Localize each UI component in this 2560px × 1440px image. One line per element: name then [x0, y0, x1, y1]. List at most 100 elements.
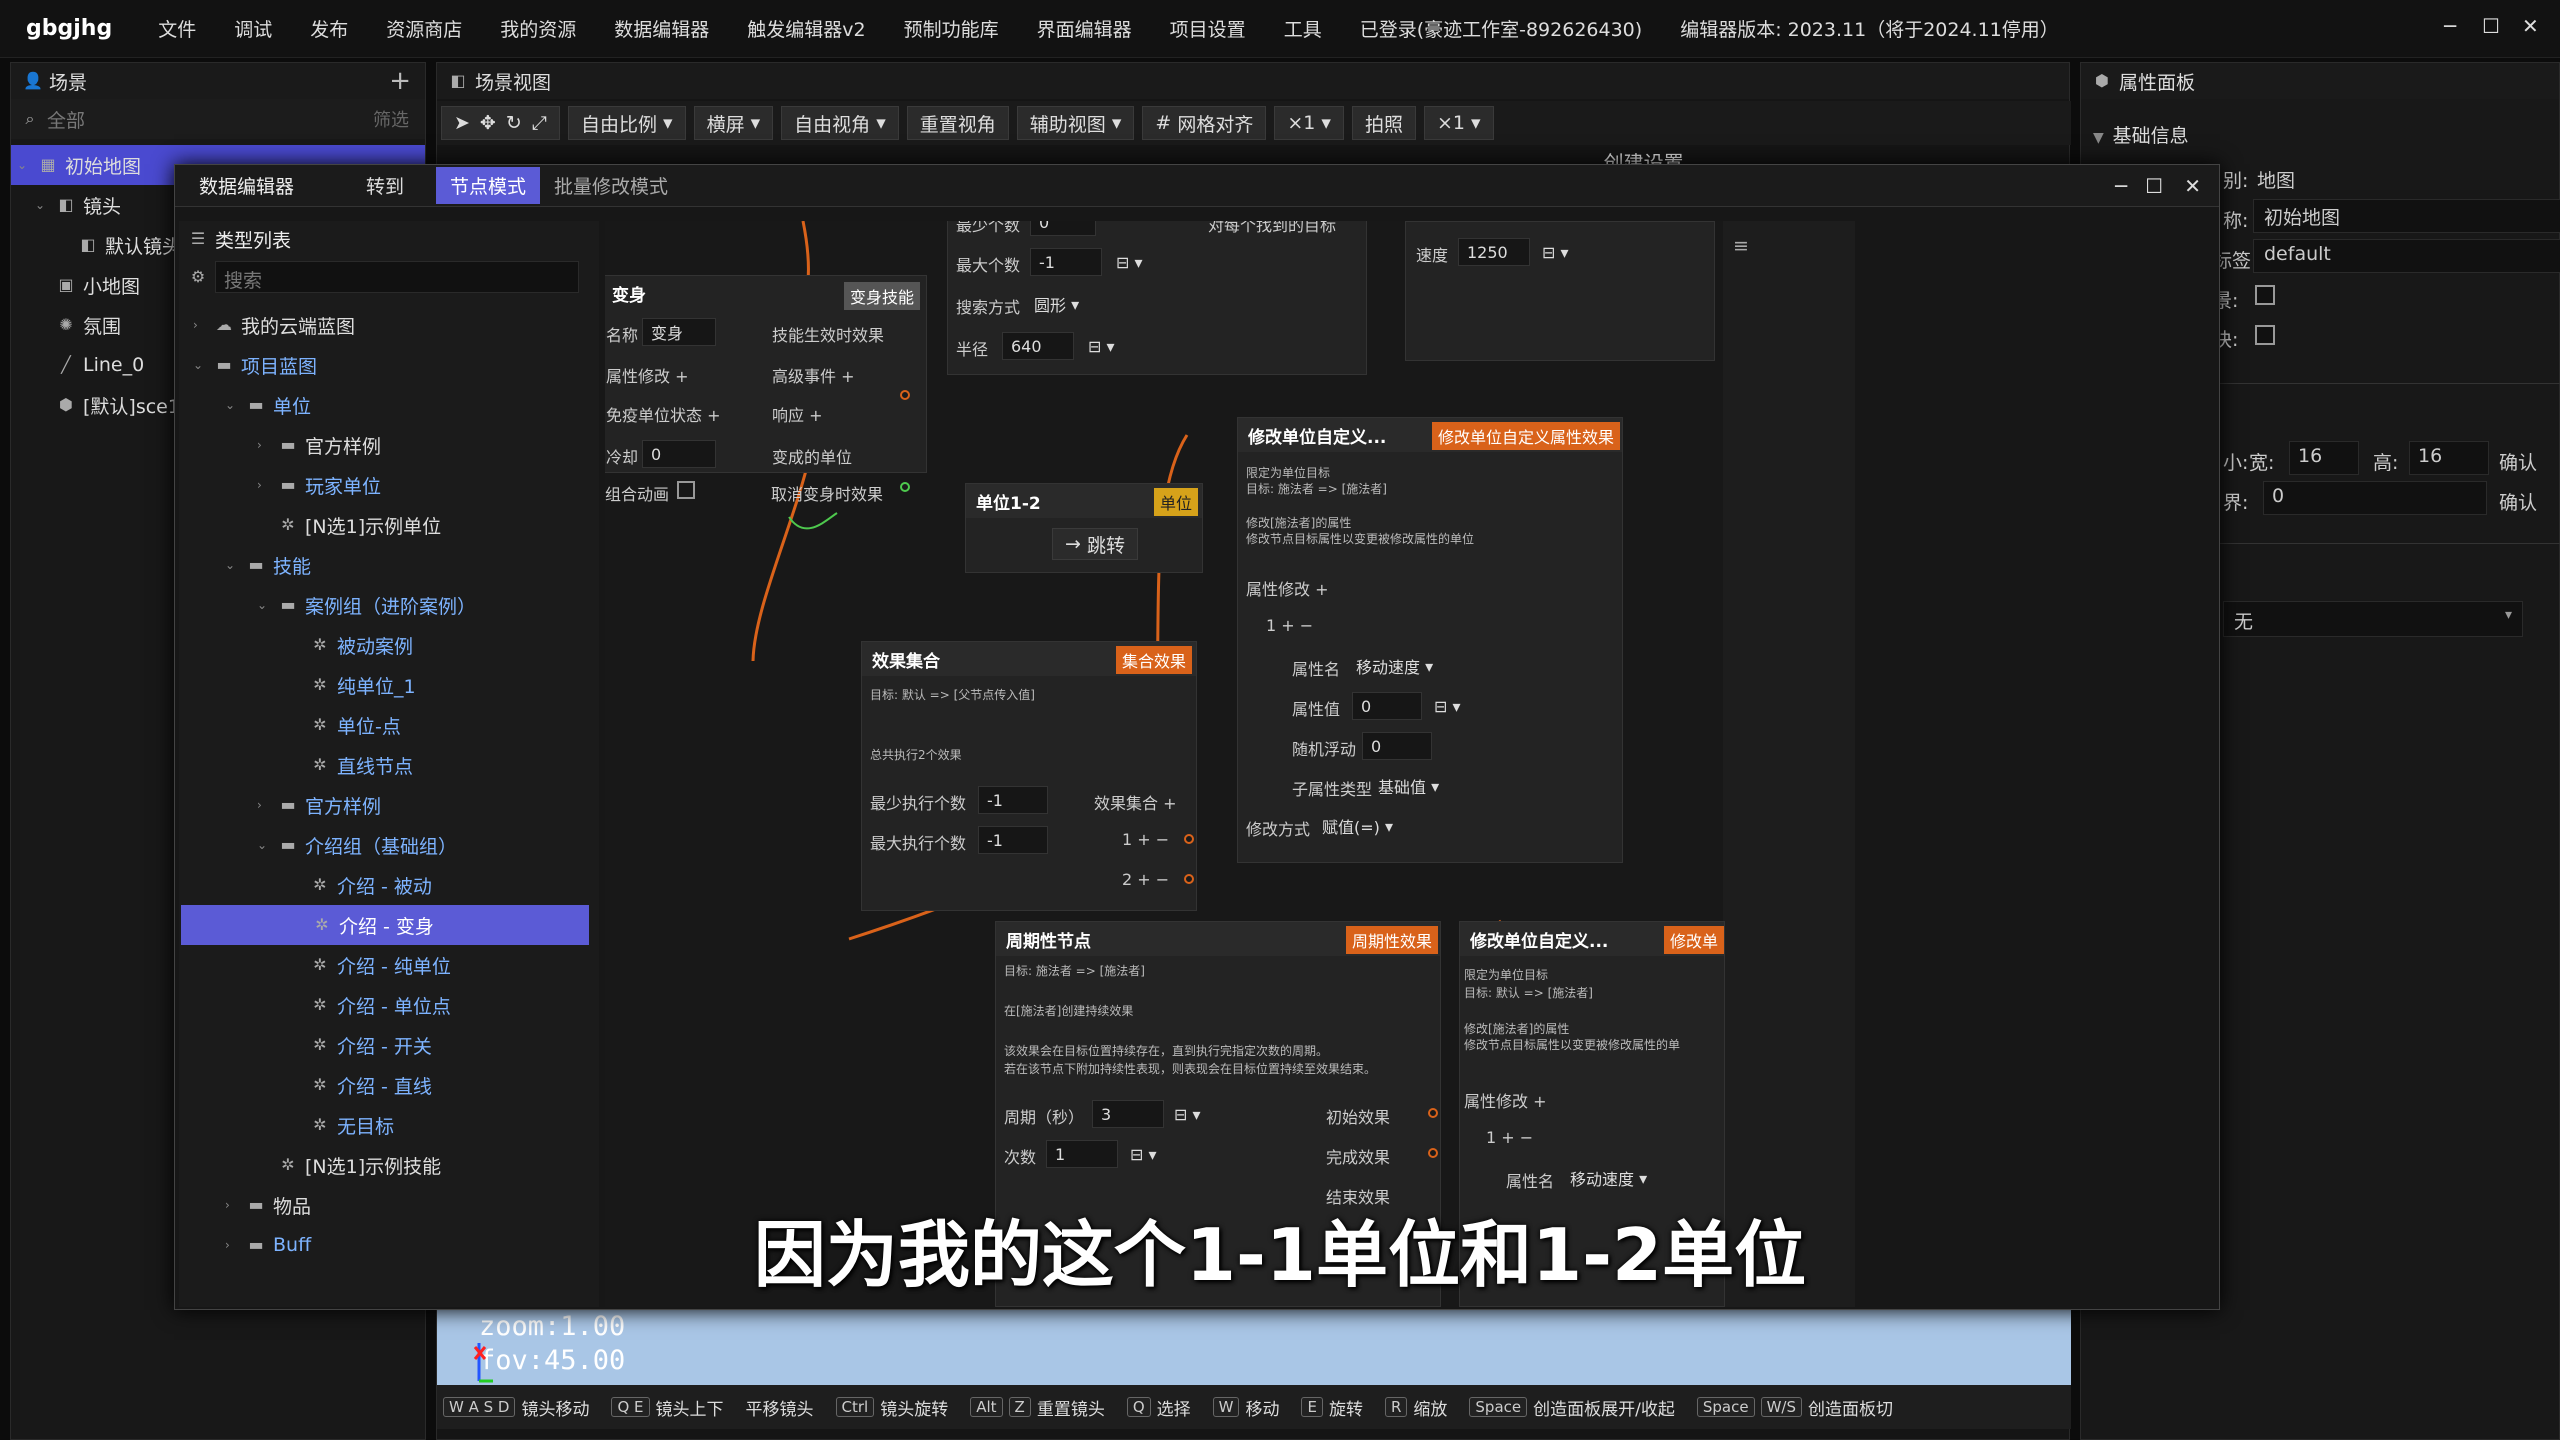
type-tree-item[interactable]: › ▬ 官方样例 [179, 425, 599, 465]
move-icon[interactable]: ✥ [480, 112, 496, 134]
goto-button[interactable]: 转到 [366, 172, 404, 199]
chevron-right-icon[interactable]: › [257, 438, 273, 452]
close-icon[interactable]: ✕ [2522, 14, 2539, 38]
type-tree-item[interactable]: ✲ 单位-点 [179, 705, 599, 745]
tag-field[interactable]: default [2253, 239, 2560, 273]
tab-batch-mode[interactable]: 批量修改模式 [540, 167, 682, 204]
unit-node[interactable]: 单位1-2 单位 → 跳转 [965, 483, 1203, 573]
speed-node[interactable]: 速度 1250 ⊟ ▾ [1405, 221, 1715, 361]
check2-checkbox[interactable] [2255, 325, 2275, 345]
menu-item-5[interactable]: 数据编辑器 [614, 15, 709, 42]
type-tree-item[interactable]: ⌄ ▬ 单位 [179, 385, 599, 425]
name-field[interactable]: 初始地图 [2253, 199, 2560, 233]
chevron-right-icon[interactable]: › [257, 478, 273, 492]
menu-item-10[interactable]: 工具 [1284, 15, 1322, 42]
reset-view-button[interactable]: 重置视角 [906, 106, 1009, 140]
scale-icon[interactable]: ⤢ [532, 112, 547, 134]
snapshot-button[interactable]: 拍照 [1351, 106, 1416, 140]
chevron-right-icon[interactable]: › [193, 318, 209, 332]
basic-info-section[interactable]: ▼ 基础信息 [2093, 121, 2189, 148]
menu-item-3[interactable]: 资源商店 [386, 15, 462, 42]
type-tree-item[interactable]: ✲ 介绍 - 被动 [179, 865, 599, 905]
type-tree-item[interactable]: ⌄ ▬ 技能 [179, 545, 599, 585]
align-left-icon[interactable]: ≡ [1733, 235, 1749, 257]
chevron-down-icon[interactable]: ⌄ [257, 838, 273, 852]
menu-item-4[interactable]: 我的资源 [500, 15, 576, 42]
select-dropdown[interactable]: 无 ▾ [2223, 601, 2523, 637]
filter-button[interactable]: 筛选 [373, 106, 409, 132]
menu-item-1[interactable]: 调试 [234, 15, 272, 42]
output-pin[interactable] [900, 390, 910, 400]
effect-set-node[interactable]: 效果集合 集合效果 目标: 默认 => [父节点传入值] 总共执行2个效果 最少… [861, 641, 1197, 911]
type-tree-item[interactable]: ⌄ ▬ 项目蓝图 [179, 345, 599, 385]
anim-checkbox[interactable] [677, 481, 695, 499]
attr-name-dropdown-2[interactable]: 移动速度 ▾ [1570, 1164, 1647, 1192]
max-count-dropdown[interactable]: ⊟ ▾ [1116, 248, 1143, 276]
jump-button[interactable]: → 跳转 [1052, 528, 1138, 560]
minimize-icon[interactable]: ─ [2444, 14, 2456, 38]
menu-item-0[interactable]: 文件 [158, 15, 196, 42]
transform-tools[interactable]: ➤ ✥ ↻ ⤢ [441, 106, 560, 140]
type-tree-item[interactable]: ✲ [N选1]示例单位 [179, 505, 599, 545]
maximize-icon[interactable]: ☐ [2482, 14, 2500, 38]
type-tree-item[interactable]: › ▬ 玩家单位 [179, 465, 599, 505]
pointer-icon[interactable]: ➤ [454, 112, 470, 134]
border-field[interactable]: 0 [2263, 481, 2487, 515]
chevron-down-icon[interactable]: ⌄ [193, 358, 209, 372]
type-tree-item[interactable]: ✲ [N选1]示例技能 [179, 1145, 599, 1185]
check1-checkbox[interactable] [2255, 285, 2275, 305]
transform-node[interactable]: 变身 变身技能 名称 变身 属性修改 + 免疫单位状态 + 冷却 0 技能生效时… [605, 275, 927, 492]
menu-item-9[interactable]: 项目设置 [1170, 15, 1246, 42]
menu-item-6[interactable]: 触发编辑器v2 [747, 15, 865, 42]
speed-dropdown[interactable]: ⊟ ▾ [1542, 238, 1569, 266]
maximize-icon[interactable]: ☐ [2145, 174, 2163, 198]
chevron-right-icon[interactable]: › [257, 798, 273, 812]
chevron-down-icon[interactable]: ⌄ [257, 598, 273, 612]
grid-scale-dropdown[interactable]: ×1 ▾ [1274, 106, 1344, 140]
type-tree-item[interactable]: › ☁ 我的云端蓝图 [179, 305, 599, 345]
search-mode-dropdown[interactable]: 圆形 ▾ [1034, 290, 1079, 318]
type-tree-item[interactable]: › ▬ 官方样例 [179, 785, 599, 825]
landscape-dropdown[interactable]: 横屏 ▾ [693, 106, 774, 140]
node-canvas[interactable]: 变身 变身技能 名称 变身 属性修改 + 免疫单位状态 + 冷却 0 技能生效时… [605, 221, 1855, 1307]
chevron-down-icon[interactable]: ⌄ [225, 558, 241, 572]
attr-name-dropdown[interactable]: 移动速度 ▾ [1356, 652, 1433, 680]
cooldown-input[interactable]: 0 [642, 440, 716, 468]
add-icon[interactable]: + [389, 66, 411, 96]
aux-view-dropdown[interactable]: 辅助视图 ▾ [1016, 106, 1135, 140]
type-tree-item[interactable]: ✲ 纯单位_1 [179, 665, 599, 705]
type-tree-item[interactable]: ⌄ ▬ 案例组（进阶案例） [179, 585, 599, 625]
type-tree-item[interactable]: ⌄ ▬ 介绍组（基础组） [179, 825, 599, 865]
free-view-dropdown[interactable]: 自由视角 ▾ [781, 106, 899, 140]
confirm-size-button[interactable]: 确认 [2499, 448, 2537, 475]
menu-item-8[interactable]: 界面编辑器 [1037, 15, 1132, 42]
rotate-icon[interactable]: ↻ [506, 112, 522, 134]
minimize-icon[interactable]: ─ [2115, 174, 2127, 198]
modify-unit-node[interactable]: 修改单位自定义... 修改单位自定义属性效果 限定为单位目标 目标: 施法者 =… [1237, 417, 1623, 863]
scene-search[interactable]: ⌕ 全部 筛选 [11, 99, 425, 139]
mod-way-dropdown[interactable]: 赋值(=) ▾ [1322, 812, 1393, 840]
search-node[interactable]: 最少个数 0 对每个找到的目标 最大个数 -1 ⊟ ▾ 搜索方式 圆形 ▾ 半径… [947, 221, 1367, 375]
gear-icon[interactable]: ⚙ [189, 268, 207, 286]
name-input[interactable]: 变身 [642, 318, 716, 346]
close-icon[interactable]: ✕ [2184, 174, 2201, 198]
type-tree-item[interactable]: ✲ 介绍 - 开关 [179, 1025, 599, 1065]
menu-item-2[interactable]: 发布 [310, 15, 348, 42]
type-tree-item[interactable]: ✲ 介绍 - 变身 [181, 905, 589, 945]
sub-type-dropdown[interactable]: 基础值 ▾ [1378, 772, 1439, 800]
chevron-down-icon[interactable]: ⌄ [225, 398, 241, 412]
type-search[interactable]: ⚙ 搜索 [179, 257, 599, 297]
snapshot-scale-dropdown[interactable]: ×1 ▾ [1423, 106, 1494, 140]
confirm-border-button[interactable]: 确认 [2499, 488, 2537, 515]
type-tree-item[interactable]: ✲ 介绍 - 单位点 [179, 985, 599, 1025]
type-tree-item[interactable]: ✲ 无目标 [179, 1105, 599, 1145]
menu-item-7[interactable]: 预制功能库 [904, 15, 999, 42]
output-pin[interactable] [900, 482, 910, 492]
type-tree-item[interactable]: ✲ 介绍 - 纯单位 [179, 945, 599, 985]
grid-align-button[interactable]: # 网格对齐 [1142, 106, 1267, 140]
height-field[interactable]: 16 [2409, 441, 2489, 475]
tab-node-mode[interactable]: 节点模式 [436, 167, 541, 204]
width-field[interactable]: 16 [2289, 441, 2359, 475]
type-tree-item[interactable]: ✲ 被动案例 [179, 625, 599, 665]
type-tree-item[interactable]: ✲ 介绍 - 直线 [179, 1065, 599, 1105]
